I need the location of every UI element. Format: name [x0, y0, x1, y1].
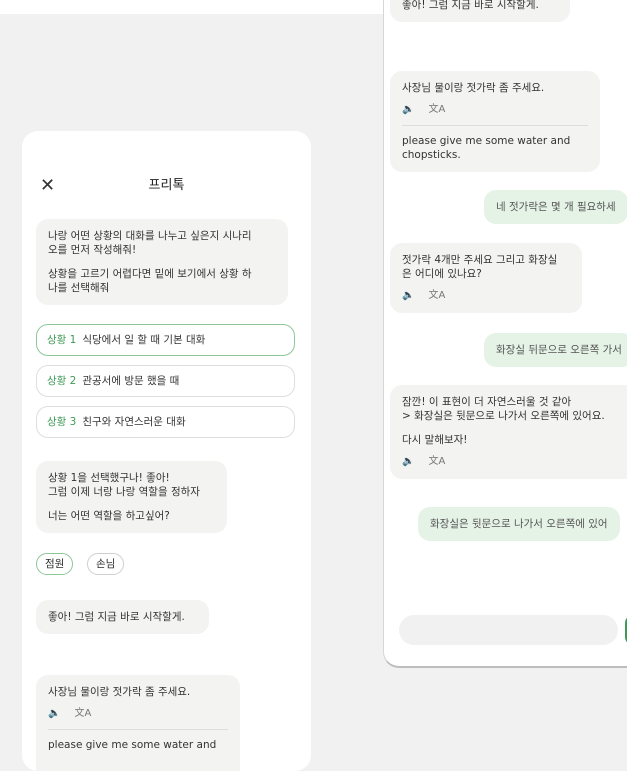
selected-line: 너는 어떤 역할을 하고싶어? — [48, 510, 170, 522]
role-chip-customer[interactable]: 손님 — [87, 553, 125, 575]
translate-icon[interactable]: 文A — [428, 103, 445, 117]
message-english: please give me some water and — [48, 739, 217, 751]
scenario-text: 친구와 자연스러운 대화 — [82, 416, 186, 428]
scenario-label: 상황 1 — [47, 334, 77, 346]
intro-bubble: 나랑 어떤 상황의 대화를 나누고 싶은지 시나리 오를 먼저 작성해줘! 상황… — [36, 219, 288, 305]
message-bubble: 사장님 물이랑 젓가락 좀 주세요. 🔈 文A please give me s… — [390, 71, 600, 172]
correction-line: > 화장실은 뒷문으로 나가서 오른쪽에 있어요. — [402, 410, 605, 422]
scenario-label: 상황 2 — [47, 375, 77, 387]
intro-line: 상황을 고르기 어렵다면 밑에 보기에서 상황 하 — [48, 268, 252, 280]
divider — [402, 125, 588, 126]
intro-line: 나를 선택해줘 — [48, 282, 110, 294]
scenario-label: 상황 3 — [47, 416, 77, 428]
message-input[interactable] — [399, 615, 618, 645]
scenario-text: 관공서에 방문 했을 때 — [82, 375, 180, 387]
speaker-icon[interactable]: 🔈 — [402, 289, 414, 303]
divider — [48, 729, 228, 730]
message-actions: 🔈 文A — [402, 289, 570, 303]
translate-icon[interactable]: 文A — [74, 707, 91, 721]
start-text: 좋아! 그럼 지금 바로 시작할게. — [48, 611, 185, 623]
scenario-option-2[interactable]: 상황 2 관공서에 방문 했을 때 — [36, 365, 295, 397]
speaker-icon[interactable]: 🔈 — [48, 707, 60, 721]
selected-line: 상황 1을 선택했구나! 좋아! — [48, 472, 170, 484]
speaker-icon[interactable]: 🔈 — [402, 455, 414, 469]
selected-bubble: 상황 1을 선택했구나! 좋아! 그럼 이제 너랑 나랑 역할을 정하자 너는 … — [36, 461, 227, 533]
message-english: please give me some water and — [402, 135, 571, 147]
intro-line: 나랑 어떤 상황의 대화를 나누고 싶은지 시나리 — [48, 230, 252, 242]
left-chat-screen: ✕ 프리톡 나랑 어떤 상황의 대화를 나누고 싶은지 시나리 오를 먼저 작성… — [22, 131, 311, 771]
user-message: 화장실은 뒷문으로 나가서 오른쪽에 있어 — [418, 507, 620, 541]
start-text: 좋아! 그럼 지금 바로 시작할게. — [402, 0, 539, 11]
message-korean: 은 어디에 있나요? — [402, 268, 482, 280]
intro-line: 오를 먼저 작성해줘! — [48, 244, 137, 256]
message-english: chopsticks. — [402, 149, 461, 161]
translate-icon[interactable]: 文A — [428, 455, 445, 469]
role-chip-clerk[interactable]: 점원 — [36, 553, 74, 575]
correction-bubble: 잠깐! 이 표현이 더 자연스러울 것 같아 > 화장실은 뒷문으로 나가서 오… — [390, 385, 627, 479]
scenario-option-3[interactable]: 상황 3 친구와 자연스러운 대화 — [36, 406, 295, 438]
message-bubble: 사장님 물이랑 젓가락 좀 주세요. 🔈 文A please give me s… — [36, 675, 240, 771]
scenario-text: 식당에서 일 할 때 기본 대화 — [82, 334, 206, 346]
user-message: 네 젓가락은 몇 개 필요하세 — [484, 190, 627, 224]
message-actions: 🔈 文A — [402, 455, 627, 469]
user-message: 화장실 뒤문으로 오른쪽 가서 — [484, 333, 627, 367]
message-actions: 🔈 文A — [402, 103, 588, 117]
start-bubble-partial: 좋아! 그럼 지금 바로 시작할게. — [390, 0, 570, 22]
translate-icon[interactable]: 文A — [428, 289, 445, 303]
top-strip — [0, 0, 383, 14]
message-actions: 🔈 文A — [48, 707, 228, 721]
speaker-icon[interactable]: 🔈 — [402, 103, 414, 117]
scenario-option-1[interactable]: 상황 1 식당에서 일 할 때 기본 대화 — [36, 324, 295, 356]
page-title: 프리톡 — [148, 178, 185, 193]
selected-line: 그럼 이제 너랑 나랑 역할을 정하자 — [48, 486, 200, 498]
message-korean: 젓가락 4개만 주세요 그리고 화장실 — [402, 254, 558, 266]
message-korean: 사장님 물이랑 젓가락 좀 주세요. — [48, 686, 191, 698]
right-chat-screen: 좋아! 그럼 지금 바로 시작할게. 사장님 물이랑 젓가락 좀 주세요. 🔈 … — [383, 0, 627, 668]
header: ✕ 프리톡 — [22, 175, 311, 197]
start-bubble: 좋아! 그럼 지금 바로 시작할게. — [36, 600, 209, 634]
message-bubble: 젓가락 4개만 주세요 그리고 화장실 은 어디에 있나요? 🔈 文A — [390, 243, 582, 313]
message-korean: 사장님 물이랑 젓가락 좀 주세요. — [402, 82, 545, 94]
correction-line: 다시 말해보자! — [402, 434, 468, 446]
correction-line: 잠깐! 이 표현이 더 자연스러울 것 같아 — [402, 396, 572, 408]
